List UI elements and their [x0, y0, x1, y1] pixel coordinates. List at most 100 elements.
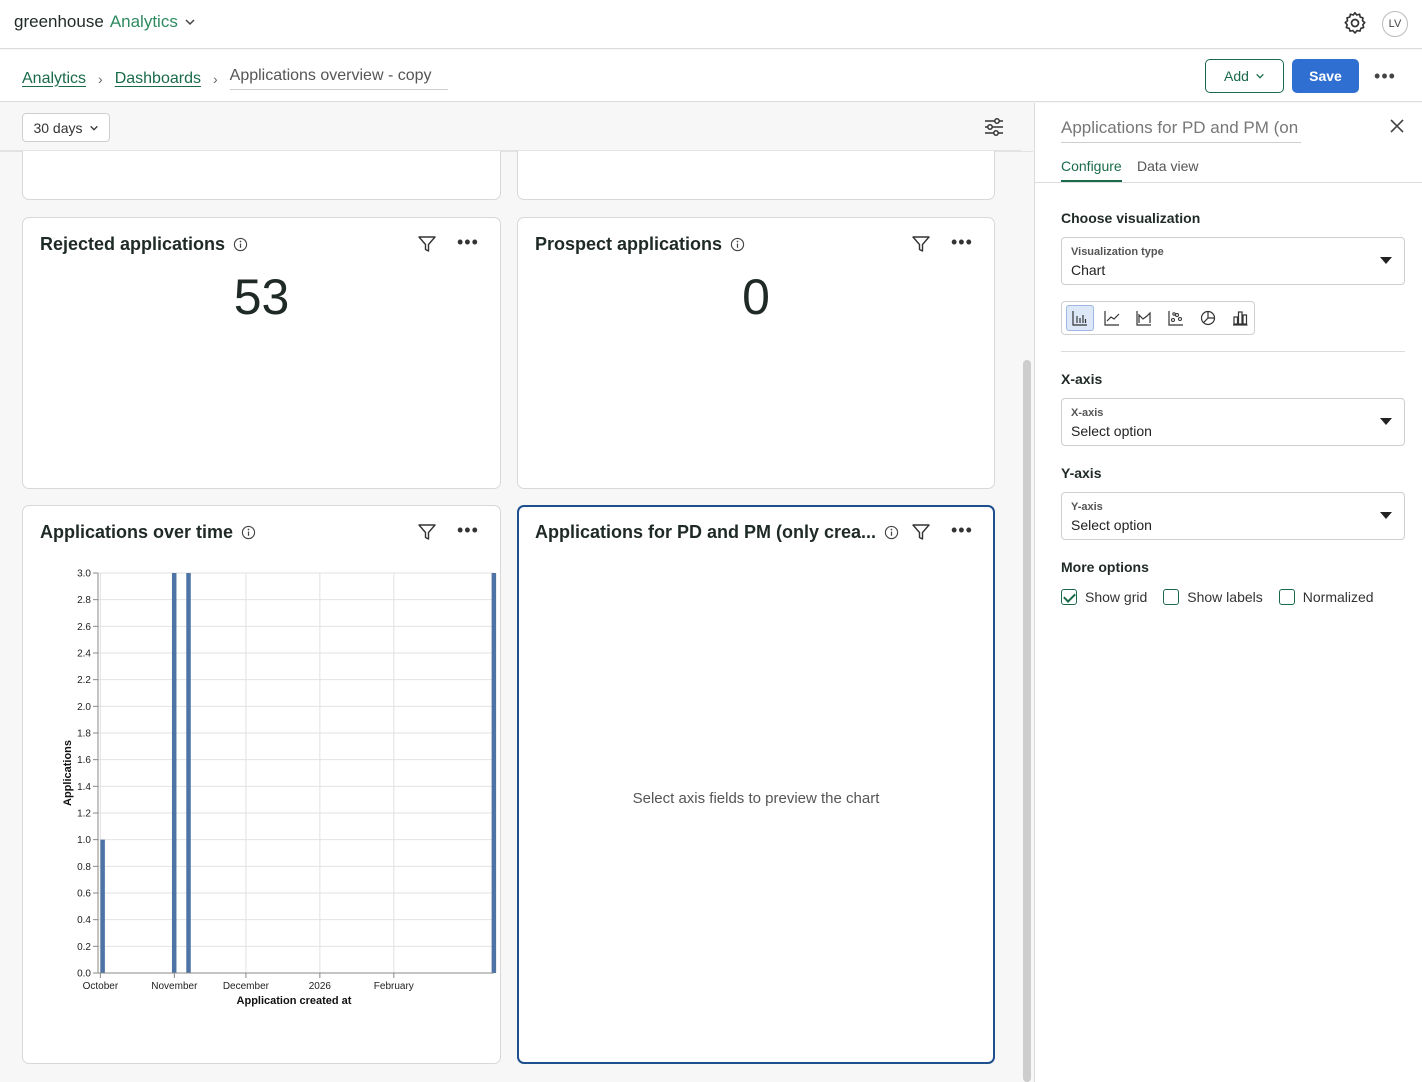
checkbox-unchecked[interactable]: [1163, 589, 1180, 605]
x-tick-label: November: [151, 981, 198, 992]
close-icon[interactable]: [1387, 117, 1407, 137]
chart-bar: [491, 573, 497, 973]
y-axis-title: Applications: [62, 740, 74, 806]
widget-title-input[interactable]: Applications for PD and PM (on: [1061, 118, 1301, 143]
area-chart-icon[interactable]: [1130, 305, 1158, 331]
y-tick-label: 0.6: [77, 889, 91, 900]
select-label: X-axis: [1071, 407, 1104, 419]
card-applications-over-time[interactable]: Applications over time ••• 0.0 0.2 0.4 0.6 0…: [22, 505, 501, 1064]
add-button-label: Add: [1224, 68, 1249, 84]
checkbox-unchecked[interactable]: [1278, 589, 1295, 605]
breadcrumb-dashboards-link[interactable]: Dashboards: [115, 70, 201, 88]
brand-suffix: Analytics: [109, 12, 178, 31]
more-options-icon[interactable]: •••: [951, 520, 973, 541]
y-tick-label: 3.0: [77, 569, 91, 580]
card-title: Prospect applications: [535, 234, 745, 255]
date-range-label: 30 days: [33, 119, 83, 136]
more-options-checkboxes: Show grid Show labels Normalized: [1061, 589, 1374, 605]
y-tick-label: 1.6: [77, 755, 91, 766]
y-tick-label: 2.4: [77, 649, 91, 660]
normalized-checkbox[interactable]: Normalized: [1278, 589, 1374, 605]
filter-icon[interactable]: [911, 522, 931, 542]
dashboard-name-input[interactable]: Applications overview - copy: [229, 67, 448, 90]
checkbox-label: Normalized: [1302, 589, 1374, 605]
y-tick-label: 0.8: [77, 862, 91, 873]
bar-chart-icon[interactable]: [1066, 305, 1094, 331]
date-range-dropdown-overlay[interactable]: 30 days: [22, 113, 110, 142]
column-chart-icon[interactable]: [1226, 305, 1254, 331]
chevron-down-icon: [185, 19, 195, 26]
card-prospect-applications[interactable]: Prospect applications ••• 0: [517, 217, 995, 489]
checkbox-checked[interactable]: [1061, 589, 1077, 605]
line-chart-icon[interactable]: [1098, 305, 1126, 331]
breadcrumb-analytics-link[interactable]: Analytics: [22, 70, 86, 88]
y-axis-section-label: Y-axis: [1061, 465, 1102, 481]
select-value: Select option: [1071, 517, 1152, 533]
info-icon[interactable]: [884, 525, 899, 540]
tab-data-view[interactable]: Data view: [1137, 158, 1198, 180]
select-value: Select option: [1071, 423, 1152, 439]
info-icon[interactable]: [233, 237, 248, 252]
x-axis-title: Application created at: [237, 995, 352, 1007]
caret-down-icon: [1380, 512, 1392, 519]
save-button[interactable]: Save: [1292, 59, 1359, 93]
pie-chart-icon[interactable]: [1194, 305, 1222, 331]
x-tick-label: October: [83, 981, 119, 992]
gear-icon[interactable]: [1342, 10, 1368, 36]
select-label: Visualization type: [1071, 246, 1164, 258]
metric-value: 0: [742, 269, 770, 325]
scatter-chart-icon[interactable]: [1162, 305, 1190, 331]
card-title-text: Applications for PD and PM (only crea...: [535, 522, 877, 542]
chevron-right-icon: ›: [212, 70, 218, 87]
info-icon[interactable]: [730, 237, 745, 252]
y-tick-label: 2.2: [77, 675, 91, 686]
chevron-right-icon: ›: [98, 70, 103, 87]
y-tick-label: 0.2: [77, 942, 91, 953]
breadcrumb-bar: Analytics › Dashboards › Applications ov…: [0, 50, 1422, 102]
card-applications-pd-pm[interactable]: Applications for PD and PM (only crea...…: [517, 505, 995, 1064]
y-tick-label: 2.6: [77, 622, 91, 633]
x-axis-section-label: X-axis: [1061, 371, 1103, 387]
more-options-label: More options: [1061, 559, 1149, 575]
filter-bar-bottom-mask: [0, 103, 1021, 151]
y-axis-select[interactable]: Y-axis Select option: [1061, 492, 1405, 540]
top-bar: greenhouse Analytics LV: [0, 0, 1422, 49]
y-tick-label: 2.0: [77, 702, 91, 713]
y-tick-label: 1.0: [77, 835, 91, 846]
visualization-type-select[interactable]: Visualization type Chart: [1061, 237, 1405, 285]
filter-icon[interactable]: [417, 234, 437, 254]
empty-chart-message: Select axis fields to preview the chart: [632, 790, 880, 807]
add-button[interactable]: Add: [1205, 59, 1284, 93]
breadcrumb: Analytics › Dashboards › Applications ov…: [22, 67, 448, 90]
more-options-icon[interactable]: •••: [457, 232, 479, 253]
card-title: Rejected applications: [40, 234, 248, 255]
panel-tabs: Configure Data view: [1035, 158, 1422, 183]
x-axis-select[interactable]: X-axis Select option: [1061, 398, 1405, 446]
show-labels-checkbox[interactable]: Show labels: [1163, 589, 1263, 605]
x-tick-label: February: [374, 981, 414, 992]
visualization-type-toolbar: [1061, 301, 1255, 335]
user-avatar[interactable]: LV: [1382, 11, 1408, 37]
filter-icon[interactable]: [911, 234, 931, 254]
tab-configure[interactable]: Configure: [1061, 158, 1122, 182]
chevron-down-icon: [1256, 73, 1264, 79]
more-options-icon[interactable]: •••: [1372, 64, 1398, 88]
card-title-text: Rejected applications: [40, 234, 226, 254]
select-label: Y-axis: [1071, 501, 1103, 513]
filter-settings-icon[interactable]: [982, 115, 1006, 139]
brand-prefix: greenhouse: [14, 12, 104, 31]
y-tick-label: 1.8: [77, 729, 91, 740]
checkbox-label: Show grid: [1085, 589, 1148, 605]
more-options-icon[interactable]: •••: [951, 232, 973, 253]
x-tick-label: 2026: [309, 981, 332, 992]
card-rejected-applications[interactable]: Rejected applications ••• 53: [22, 217, 501, 489]
caret-down-icon: [1380, 418, 1392, 425]
chevron-down-icon: [89, 125, 98, 131]
x-tick-label: December: [223, 981, 270, 992]
caret-down-icon: [1380, 257, 1392, 264]
applications-bar-chart: 0.0 0.2 0.4 0.6 0.8 1.0 1.2 1.4 1.6 1.8 2.0 2.2 2.4 2…: [62, 569, 497, 1007]
app-switcher[interactable]: greenhouse Analytics: [14, 12, 196, 32]
scrollbar-thumb[interactable]: [1023, 360, 1031, 1082]
show-grid-checkbox[interactable]: Show grid: [1061, 589, 1147, 605]
select-value: Chart: [1071, 262, 1106, 278]
